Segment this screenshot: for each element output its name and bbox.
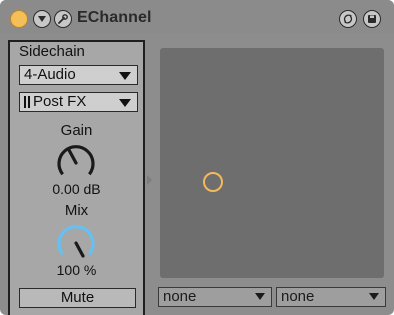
dropdown-arrow-icon bbox=[119, 72, 131, 80]
gain-knob[interactable] bbox=[54, 141, 98, 186]
power-led-icon[interactable] bbox=[10, 10, 28, 28]
gain-value: 0.00 dB bbox=[52, 181, 101, 197]
save-icon[interactable] bbox=[363, 10, 381, 28]
tap-point-icon bbox=[24, 96, 30, 108]
device-title: EChannel bbox=[77, 9, 152, 26]
echannel-device: EChannel Sidechain 4-Audio Post FX Gain … bbox=[0, 0, 394, 315]
mix-knob[interactable] bbox=[54, 221, 98, 266]
mix-knob-label: Mix bbox=[64, 202, 89, 219]
wrench-icon[interactable] bbox=[54, 10, 72, 28]
xy-y-source-dropdown[interactable]: none bbox=[276, 287, 386, 307]
gain-knob-label: Gain bbox=[60, 122, 93, 139]
dropdown-arrow-icon bbox=[119, 99, 131, 107]
device-title-bar: EChannel bbox=[0, 0, 394, 33]
sidechain-source-dropdown[interactable]: 4-Audio bbox=[19, 65, 138, 85]
fold-chevron-icon[interactable] bbox=[33, 10, 51, 28]
xy-y-source-value: none bbox=[281, 288, 315, 305]
mix-value: 100 % bbox=[56, 262, 97, 278]
mute-button[interactable]: Mute bbox=[19, 288, 136, 308]
hotswap-icon[interactable] bbox=[339, 10, 357, 28]
xy-x-source-value: none bbox=[163, 288, 197, 305]
xy-x-source-dropdown[interactable]: none bbox=[158, 287, 272, 307]
sidechain-tap-dropdown[interactable]: Post FX bbox=[19, 92, 138, 112]
xy-pad-handle[interactable] bbox=[203, 172, 223, 192]
dropdown-arrow-icon bbox=[255, 293, 265, 300]
sidechain-panel: Sidechain 4-Audio Post FX Gain 0.00 dB M… bbox=[8, 40, 145, 315]
sidechain-title: Sidechain bbox=[19, 43, 85, 60]
dropdown-arrow-icon bbox=[369, 293, 379, 300]
xy-pad[interactable] bbox=[160, 48, 384, 278]
panel-collapse-arrow-icon[interactable] bbox=[147, 175, 152, 185]
sidechain-source-value: 4-Audio bbox=[24, 66, 76, 83]
sidechain-tap-value: Post FX bbox=[33, 93, 87, 110]
